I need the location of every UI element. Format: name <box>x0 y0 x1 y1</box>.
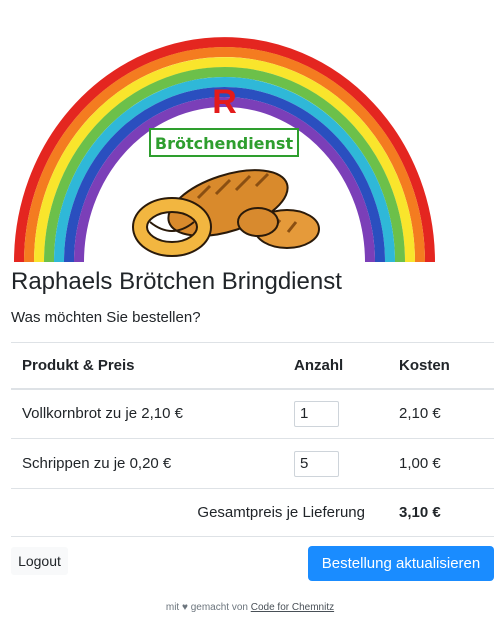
cost-value: 1,00 € <box>388 438 494 489</box>
page-subtitle: Was möchten Sie bestellen? <box>11 309 201 326</box>
total-value: 3,10 € <box>388 488 494 537</box>
total-row: Gesamtpreis je Lieferung 3,10 € <box>11 488 494 537</box>
rainbow-banner: R Brötchendienst <box>0 0 500 262</box>
footer: mit ♥ gemacht von Code for Chemnitz <box>0 602 500 613</box>
header-cost: Kosten <box>388 342 494 390</box>
rainbow-illustration: R Brötchendienst <box>14 37 435 262</box>
product-name: Vollkornbrot zu je 2,10 € <box>11 388 283 439</box>
logo-letter: R <box>212 83 237 121</box>
table-row: Vollkornbrot zu je 2,10 € 2,10 € <box>11 388 494 439</box>
logout-button[interactable]: Logout <box>11 547 68 575</box>
table-header-row: Produkt & Preis Anzahl Kosten <box>11 342 494 390</box>
quantity-cell <box>283 438 388 489</box>
footer-link[interactable]: Code for Chemnitz <box>251 602 334 613</box>
order-table: Produkt & Preis Anzahl Kosten Vollkornbr… <box>11 342 494 537</box>
brand-badge-text: Brötchendienst <box>155 134 294 153</box>
update-order-button[interactable]: Bestellung aktualisieren <box>308 546 494 581</box>
quantity-input-schrippen[interactable] <box>294 450 339 477</box>
header-quantity: Anzahl <box>283 342 388 390</box>
total-label: Gesamtpreis je Lieferung <box>11 488 388 537</box>
quantity-cell <box>283 388 388 439</box>
table-row: Schrippen zu je 0,20 € 1,00 € <box>11 438 494 489</box>
bread-basket-icon <box>132 169 320 257</box>
quantity-input-vollkornbrot[interactable] <box>294 400 339 427</box>
cost-value: 2,10 € <box>388 388 494 439</box>
header-product: Produkt & Preis <box>11 342 283 390</box>
page-title: Raphaels Brötchen Bringdienst <box>11 268 342 295</box>
product-name: Schrippen zu je 0,20 € <box>11 438 283 489</box>
footer-text: mit ♥ gemacht von <box>165 602 251 613</box>
